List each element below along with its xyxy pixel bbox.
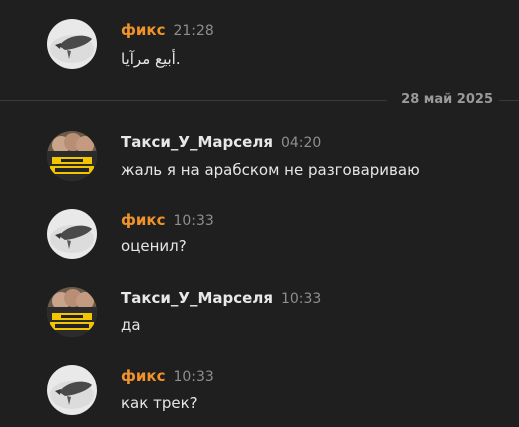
chat-messages: фикс 21:28 أبيع مرآيا. 28 май 2025 Такси_… — [0, 0, 519, 427]
message-timestamp: 10:33 — [280, 291, 322, 307]
message-author[interactable]: Такси_У_Марселя 04:20 — [121, 133, 321, 151]
message-text: оценил? — [121, 237, 187, 255]
message-text: жаль я на арабском не разговариваю — [121, 161, 420, 179]
message-text: да — [121, 316, 141, 334]
author-name[interactable]: фикс — [121, 21, 165, 39]
message-author[interactable]: фикс 10:33 — [121, 211, 214, 229]
message-author[interactable]: фикс 10:33 — [121, 367, 214, 385]
author-name[interactable]: фикс — [121, 367, 165, 385]
message-text: أبيع مرآيا. — [121, 50, 181, 68]
author-name[interactable]: Такси_У_Марселя — [121, 289, 273, 307]
fish-photo-avatar[interactable] — [47, 19, 97, 69]
message-timestamp: 10:33 — [173, 369, 214, 385]
message-author[interactable]: фикс 21:28 — [121, 21, 214, 39]
fish-photo-avatar[interactable] — [47, 209, 97, 259]
author-name[interactable]: Такси_У_Марселя — [121, 133, 273, 151]
message-author[interactable]: Такси_У_Марселя 10:33 — [121, 289, 321, 307]
message-text: как трек? — [121, 394, 198, 412]
group-photo-avatar[interactable] — [47, 131, 97, 181]
divider-date: 28 май 2025 — [387, 91, 499, 109]
message-timestamp: 21:28 — [173, 23, 214, 39]
message-timestamp: 10:33 — [173, 213, 214, 229]
date-divider: 28 май 2025 — [0, 91, 519, 109]
fish-photo-avatar[interactable] — [47, 365, 97, 415]
author-name[interactable]: фикс — [121, 211, 165, 229]
group-photo-avatar[interactable] — [47, 287, 97, 337]
message-timestamp: 04:20 — [280, 135, 322, 151]
